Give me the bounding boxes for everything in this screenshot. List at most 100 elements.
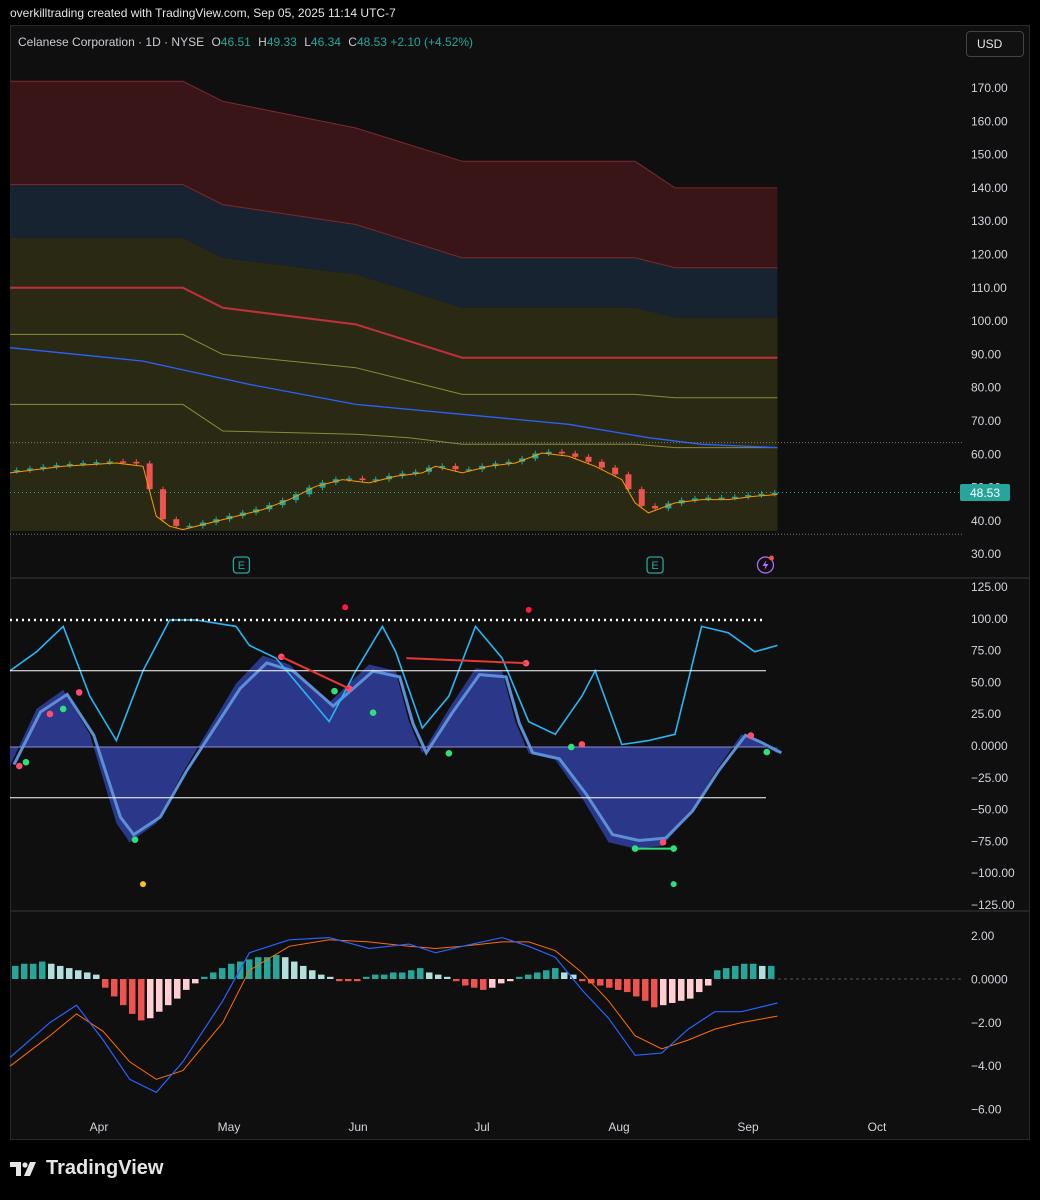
macd-histogram-bar [372, 974, 379, 979]
candle-body[interactable] [771, 492, 778, 495]
macd-histogram-bar [480, 979, 487, 990]
macd-axis-tick-label: −2.00 [971, 1016, 1002, 1030]
candle-body[interactable] [146, 463, 153, 490]
macd-histogram-bar [327, 976, 334, 979]
currency-button[interactable]: USD [966, 31, 1024, 57]
dividend-icon-dot [768, 555, 774, 561]
macd-histogram-bar [426, 972, 433, 979]
macd-histogram-bar [399, 972, 406, 979]
macd-histogram-bar [435, 974, 442, 979]
macd-histogram-bar [768, 965, 775, 979]
oscillator-axis-tick-label: 75.00 [971, 644, 1001, 658]
price-axis-tick-label: 140.00 [971, 181, 1008, 195]
candle-body[interactable] [638, 489, 645, 506]
macd-histogram-bar [363, 976, 370, 979]
close-label: C [348, 35, 357, 49]
macd-histogram-bar [543, 970, 550, 979]
oscillator-axis-tick-label: −25.00 [971, 771, 1008, 785]
oscillator-axis-tick-label: −100.00 [971, 866, 1015, 880]
price-axis-tick-label: 150.00 [971, 148, 1008, 162]
oscillator-signal-dot [567, 743, 575, 751]
candle-body[interactable] [159, 489, 166, 520]
oscillator-signal-dot [59, 705, 67, 713]
open-value: 46.51 [220, 35, 251, 49]
oscillator-signal-dot [369, 709, 377, 717]
candle-body[interactable] [106, 461, 113, 463]
oscillator-axis-tick-label: 0.0000 [971, 739, 1008, 753]
macd-histogram-bar [615, 979, 622, 990]
candle-body[interactable] [758, 493, 765, 496]
candle-body[interactable] [705, 497, 712, 500]
macd-histogram-bar [129, 979, 136, 1014]
candle-body[interactable] [93, 462, 100, 464]
candle-body[interactable] [80, 463, 87, 465]
candle-body[interactable] [652, 505, 659, 509]
macd-histogram-bar [57, 965, 64, 979]
change-value: +2.10 (+4.52%) [390, 35, 474, 49]
macd-histogram-bar [525, 974, 532, 979]
symbol-title[interactable]: Celanese Corporation · 1D · NYSE [18, 35, 204, 49]
macd-axis-tick-label: 2.00 [971, 929, 995, 943]
macd-signal-line [9, 939, 778, 1080]
price-axis-tick-label: 90.00 [971, 347, 1001, 361]
macd-histogram-bar [624, 979, 631, 993]
oscillator-axis-tick-label: −125.00 [971, 898, 1015, 912]
oscillator-axis-tick-label: 50.00 [971, 675, 1001, 689]
macd-histogram-bar [354, 979, 361, 982]
candle-body[interactable] [558, 451, 565, 454]
extreme-signal-dot [670, 881, 677, 888]
macd-histogram-bar [12, 965, 19, 979]
macd-histogram-bar [678, 979, 685, 1001]
macd-histogram-bar [390, 972, 397, 979]
time-axis-tick-label: May [218, 1120, 241, 1134]
candle-body[interactable] [173, 519, 180, 526]
time-axis-tick-label: Aug [608, 1120, 629, 1134]
macd-histogram-bar [318, 974, 325, 979]
macd-histogram-bar [453, 979, 460, 982]
candle-body[interactable] [66, 463, 73, 466]
high-label: H [258, 35, 267, 49]
chart-canvas[interactable]: E E 170.00 160.00 150.00 140.00 130.00 120.00 11… [0, 0, 1040, 1200]
macd-histogram-bar [183, 979, 190, 990]
candle-body[interactable] [120, 461, 127, 463]
macd-histogram-bar [732, 965, 739, 979]
candle-body[interactable] [718, 497, 725, 500]
candle-body[interactable] [598, 461, 605, 468]
price-axis-tick-label: 160.00 [971, 114, 1008, 128]
time-axis-tick-label: Jun [348, 1120, 367, 1134]
macd-histogram-bar [66, 968, 73, 979]
candle-body[interactable] [585, 456, 592, 462]
macd-axis-tick-label: −6.00 [971, 1103, 1002, 1117]
candle-body[interactable] [572, 453, 579, 457]
candle-body[interactable] [612, 467, 619, 475]
dividend-icon-bolt [762, 560, 769, 570]
macd-histogram-bar [39, 961, 46, 979]
macd-axis-tick-label: 0.0000 [971, 972, 1008, 986]
oscillator-signal-dot [131, 836, 139, 844]
oscillator-signal-dot [22, 758, 30, 766]
macd-histogram-bar [30, 963, 37, 979]
macd-histogram-bar [192, 979, 199, 984]
macd-histogram-bar [507, 979, 514, 982]
oscillator-axis-tick-label: 25.00 [971, 707, 1001, 721]
candle-body[interactable] [359, 478, 366, 481]
macd-histogram-bar [345, 979, 352, 982]
price-axis-tick-label: 40.00 [971, 514, 1001, 528]
macd-histogram-bar [669, 979, 676, 1003]
price-axis-tick-label: 110.00 [971, 281, 1007, 295]
oscillator-signal-dot [763, 748, 771, 756]
macd-histogram-bar [291, 961, 298, 979]
price-axis-tick-label: 30.00 [971, 547, 1001, 561]
macd-histogram-bar [660, 979, 667, 1006]
oscillator-axis-tick-label: −75.00 [971, 834, 1008, 848]
price-axis-tick-label: 130.00 [971, 214, 1008, 228]
macd-histogram-bar [516, 976, 523, 979]
oscillator-axis-tick-label: −50.00 [971, 803, 1008, 817]
extreme-signal-dot [525, 606, 532, 613]
oscillator-signal-dot [75, 689, 83, 696]
candle-body[interactable] [133, 461, 140, 464]
macd-histogram-bar [489, 979, 496, 988]
candle-body[interactable] [452, 465, 459, 470]
macd-histogram-bar [696, 979, 703, 993]
last-price-tag: 48.53 [960, 484, 1010, 501]
